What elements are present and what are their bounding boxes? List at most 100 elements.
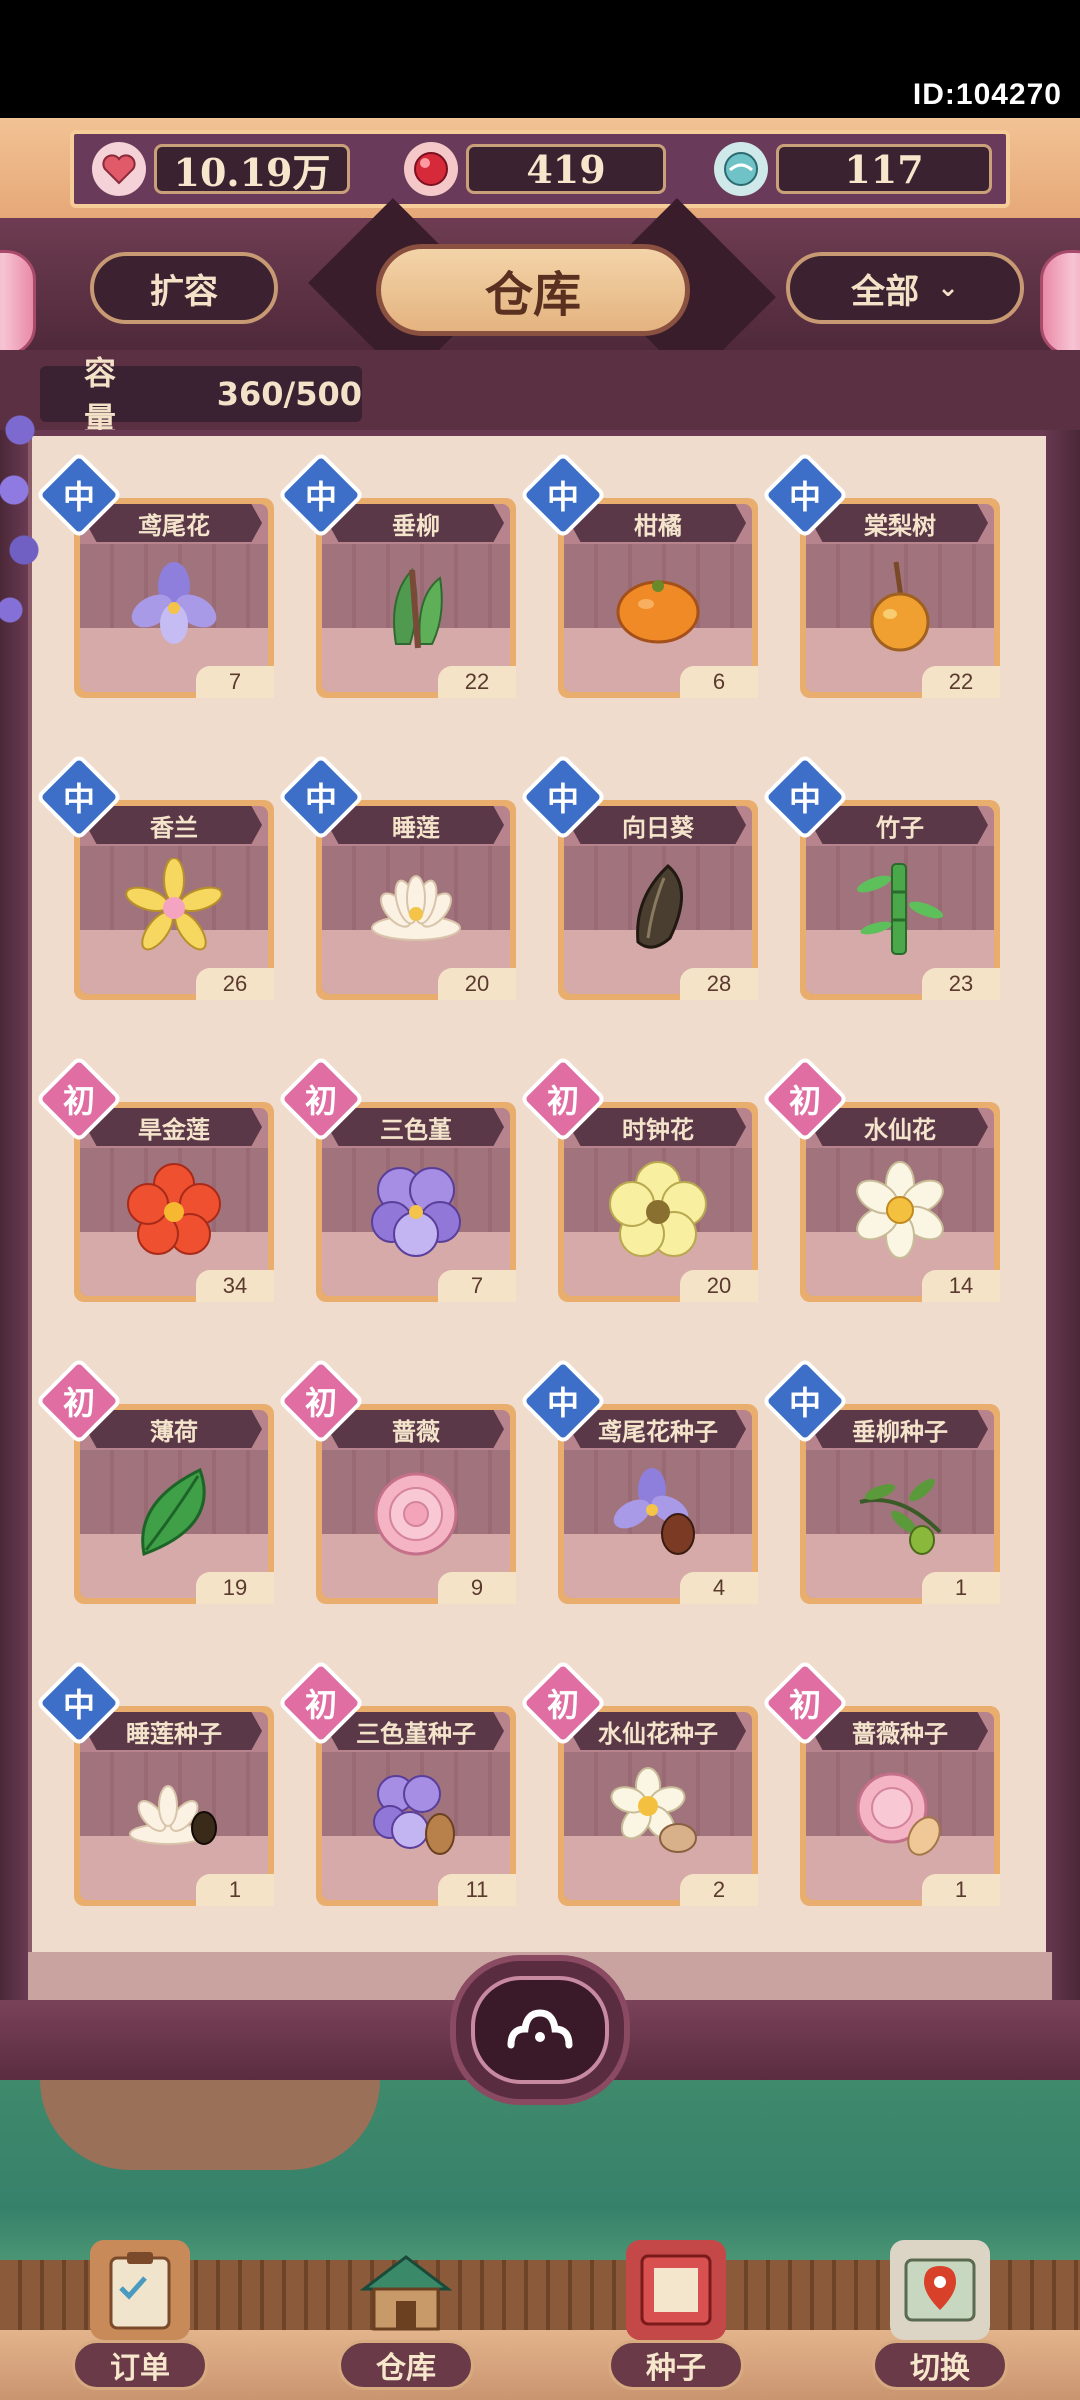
item-name: 鸢尾花种子 [570, 1410, 746, 1448]
item-card[interactable]: 水仙花 14 初 [761, 1055, 1000, 1302]
item-count: 34 [196, 1270, 274, 1302]
pansy-flower-icon [366, 1160, 466, 1260]
bamboo-icon [850, 858, 950, 958]
map-pin-icon [890, 2240, 990, 2340]
nav-warehouse[interactable]: 仓库 [326, 2240, 486, 2400]
item-card[interactable]: 水仙花种子 2 初 [519, 1659, 758, 1906]
warehouse-icon [356, 2240, 456, 2340]
vanilla-flower-icon [124, 858, 224, 958]
pansy-seed-icon [366, 1764, 466, 1864]
item-count: 20 [680, 1270, 758, 1302]
item-count: 2 [680, 1874, 758, 1906]
item-name: 棠梨树 [812, 504, 988, 542]
item-card[interactable]: 睡莲 20 中 [277, 753, 516, 1000]
willow-seed-icon [850, 1462, 950, 1562]
item-card[interactable]: 旱金莲 34 初 [35, 1055, 274, 1302]
item-card[interactable]: 三色堇 7 初 [277, 1055, 516, 1302]
item-name: 垂柳 [328, 504, 504, 542]
item-name: 睡莲 [328, 806, 504, 844]
nasturtium-flower-icon [124, 1160, 224, 1260]
item-card[interactable]: 鸢尾花 7 中 [35, 451, 274, 698]
pear-fruit-icon [850, 556, 950, 656]
item-count: 1 [922, 1874, 1000, 1906]
item-name: 水仙花 [812, 1108, 988, 1146]
item-card[interactable]: 竹子 23 中 [761, 753, 1000, 1000]
nav-orders[interactable]: 订单 [60, 2240, 220, 2400]
item-card[interactable]: 香兰 26 中 [35, 753, 274, 1000]
lantern-right [1040, 250, 1080, 356]
item-name: 蔷薇种子 [812, 1712, 988, 1750]
item-card[interactable]: 鸢尾花种子 4 中 [519, 1357, 758, 1604]
item-card[interactable]: 薄荷 19 初 [35, 1357, 274, 1604]
capacity-label: 容量 [84, 354, 117, 438]
teal-orb-icon [714, 142, 768, 196]
page-title: 仓库 [376, 244, 690, 336]
item-name: 垂柳种子 [812, 1410, 988, 1448]
resource-orbs-value: 117 [776, 144, 992, 194]
panel-right-rail [1042, 430, 1080, 2010]
item-count: 26 [196, 968, 274, 1000]
item-card[interactable]: 垂柳 22 中 [277, 451, 516, 698]
item-count: 9 [438, 1572, 516, 1604]
nav-warehouse-label: 仓库 [338, 2340, 474, 2390]
cloud-arrow-icon [471, 1976, 609, 2084]
item-name: 旱金莲 [86, 1108, 262, 1146]
item-card[interactable]: 棠梨树 22 中 [761, 451, 1000, 698]
item-count: 28 [680, 968, 758, 1000]
item-card[interactable]: 睡莲种子 1 中 [35, 1659, 274, 1906]
expand-button[interactable]: 扩容 [90, 252, 278, 324]
item-card[interactable]: 蔷薇 9 初 [277, 1357, 516, 1604]
item-count: 23 [922, 968, 1000, 1000]
panel-left-rail [0, 430, 28, 2010]
item-card[interactable]: 三色堇种子 11 初 [277, 1659, 516, 1906]
item-name: 鸢尾花 [86, 504, 262, 542]
item-count: 7 [438, 1270, 516, 1302]
resource-gems-value: 419 [466, 144, 666, 194]
item-count: 22 [438, 666, 516, 698]
water-lily-icon [366, 858, 466, 958]
item-name: 薄荷 [86, 1410, 262, 1448]
daffodil-seed-icon [608, 1764, 708, 1864]
filter-dropdown[interactable]: 全部 ⌄ [786, 252, 1024, 324]
filter-label: 全部 [851, 271, 920, 312]
nav-orders-label: 订单 [72, 2340, 208, 2390]
item-card[interactable]: 垂柳种子 1 中 [761, 1357, 1000, 1604]
item-card[interactable]: 向日葵 28 中 [519, 753, 758, 1000]
nav-switch-label: 切换 [872, 2340, 1008, 2390]
nav-switch[interactable]: 切换 [860, 2240, 1020, 2400]
red-gem-icon [404, 142, 458, 196]
sunflower-seed-icon [608, 858, 708, 958]
water-lily-seed-icon [124, 1764, 224, 1864]
orange-fruit-icon [608, 556, 708, 656]
item-count: 19 [196, 1572, 274, 1604]
rose-seed-icon [850, 1764, 950, 1864]
item-card[interactable]: 时钟花 20 初 [519, 1055, 758, 1302]
item-name: 竹子 [812, 806, 988, 844]
item-name: 向日葵 [570, 806, 746, 844]
item-name: 睡莲种子 [86, 1712, 262, 1750]
item-count: 1 [922, 1572, 1000, 1604]
wisteria-decoration [0, 390, 40, 650]
item-count: 4 [680, 1572, 758, 1604]
rose-flower-icon [366, 1462, 466, 1562]
garden-path [40, 2080, 380, 2170]
item-name: 三色堇种子 [328, 1712, 504, 1750]
status-area [0, 0, 1080, 88]
item-card[interactable]: 柑橘 6 中 [519, 451, 758, 698]
nav-seeds[interactable]: 种子 [596, 2240, 756, 2400]
capacity-value: 360/500 [216, 375, 362, 413]
item-count: 11 [438, 1874, 516, 1906]
item-count: 14 [922, 1270, 1000, 1302]
daffodil-flower-icon [850, 1160, 950, 1260]
mint-leaf-icon [124, 1462, 224, 1562]
item-name: 香兰 [86, 806, 262, 844]
collapse-panel-button[interactable] [450, 1955, 630, 2105]
item-count: 1 [196, 1874, 274, 1906]
lantern-left [0, 250, 36, 356]
nav-seeds-label: 种子 [608, 2340, 744, 2390]
item-count: 22 [922, 666, 1000, 698]
item-card[interactable]: 蔷薇种子 1 初 [761, 1659, 1000, 1906]
item-name: 水仙花种子 [570, 1712, 746, 1750]
resource-hearts-value: 10.19万 [154, 144, 350, 195]
item-name: 时钟花 [570, 1108, 746, 1146]
